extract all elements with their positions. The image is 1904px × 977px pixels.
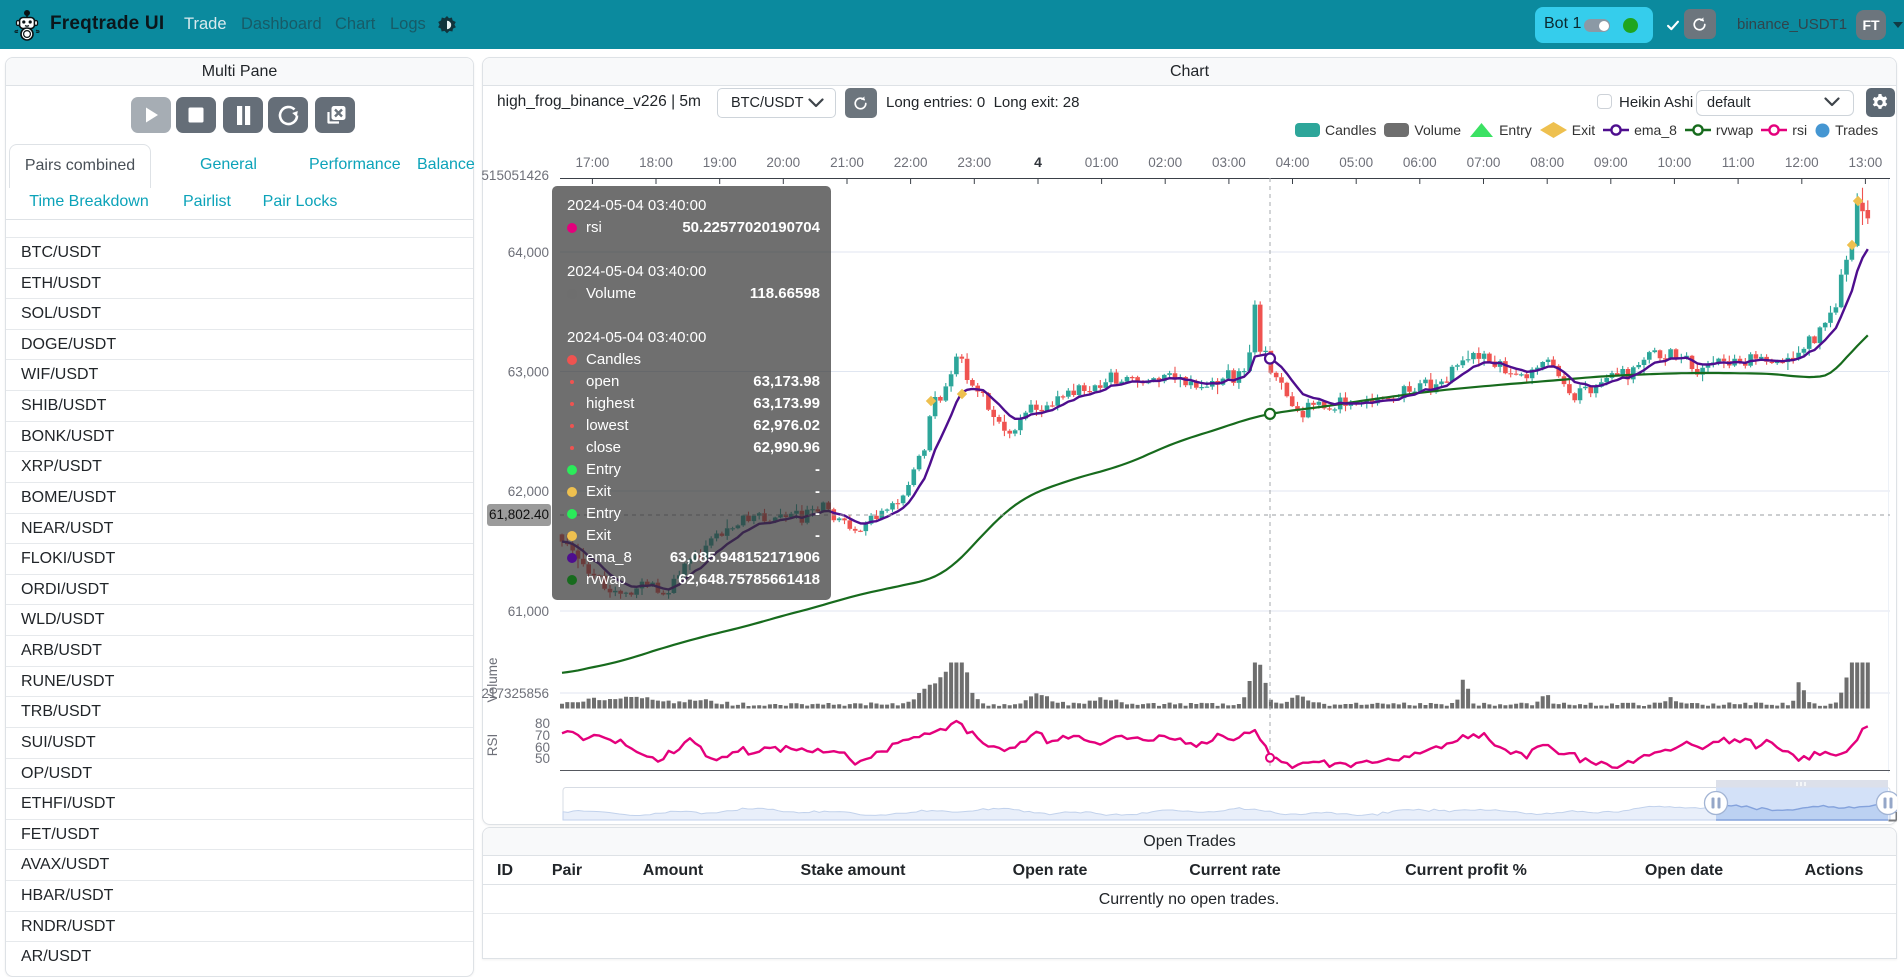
- svg-text:50: 50: [535, 751, 550, 766]
- svg-text:02:00: 02:00: [1148, 155, 1182, 170]
- svg-text:21:00: 21:00: [830, 155, 864, 170]
- svg-text:17:00: 17:00: [576, 155, 610, 170]
- svg-text:61,000: 61,000: [508, 604, 549, 619]
- svg-text:01:00: 01:00: [1085, 155, 1119, 170]
- svg-text:20:00: 20:00: [766, 155, 800, 170]
- svg-text:19:00: 19:00: [703, 155, 737, 170]
- svg-text:07:00: 07:00: [1467, 155, 1501, 170]
- svg-text:4: 4: [1034, 154, 1042, 170]
- svg-text:18:00: 18:00: [639, 155, 673, 170]
- svg-text:12:00: 12:00: [1785, 155, 1819, 170]
- svg-text:08:00: 08:00: [1530, 155, 1564, 170]
- svg-text:03:00: 03:00: [1212, 155, 1246, 170]
- svg-text:23:00: 23:00: [957, 155, 991, 170]
- svg-text:64,000: 64,000: [508, 245, 549, 260]
- svg-text:05:00: 05:00: [1339, 155, 1373, 170]
- svg-text:63,000: 63,000: [508, 365, 549, 380]
- svg-text:04:00: 04:00: [1276, 155, 1310, 170]
- svg-text:62,000: 62,000: [508, 484, 549, 499]
- svg-text:11:00: 11:00: [1722, 155, 1755, 170]
- svg-text:06:00: 06:00: [1403, 155, 1437, 170]
- svg-text:515051426: 515051426: [482, 168, 549, 183]
- svg-text:13:00: 13:00: [1849, 155, 1883, 170]
- svg-text:09:00: 09:00: [1594, 155, 1628, 170]
- svg-text:10:00: 10:00: [1658, 155, 1692, 170]
- svg-text:22:00: 22:00: [894, 155, 928, 170]
- svg-text:Volume: Volume: [485, 657, 500, 702]
- svg-text:RSI: RSI: [485, 734, 500, 757]
